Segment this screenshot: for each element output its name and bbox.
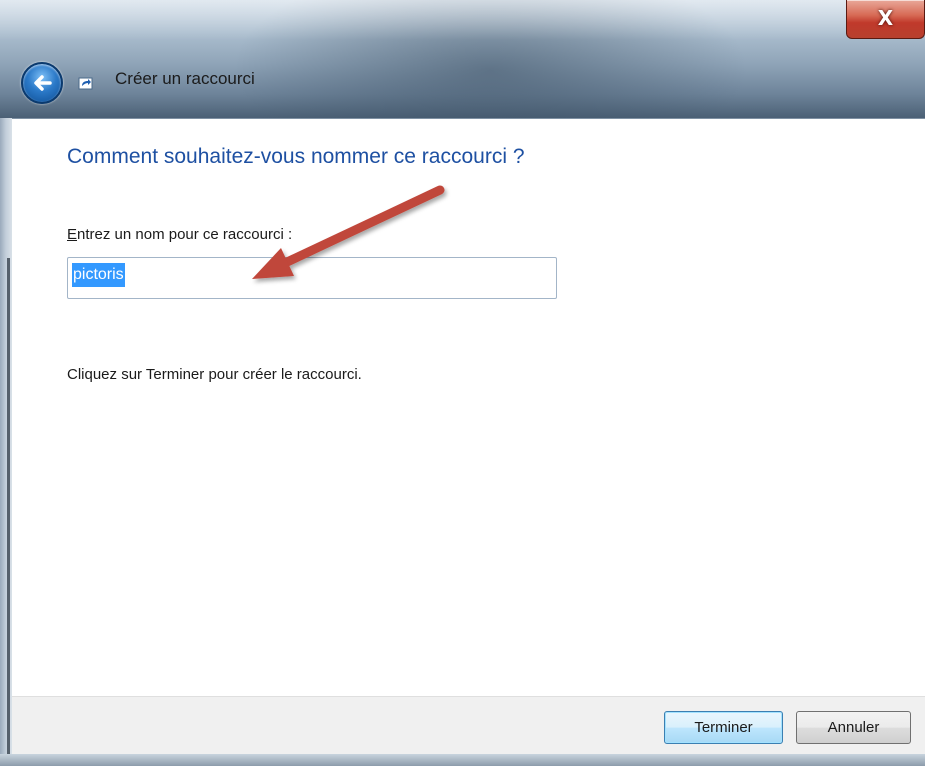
instruction-text: Cliquez sur Terminer pour créer le racco…	[67, 366, 362, 383]
shortcut-icon	[78, 77, 93, 90]
shortcut-name-value: pictoris	[72, 263, 125, 287]
button-footer	[12, 696, 925, 755]
label-text: ntrez un nom pour ce raccourci :	[77, 226, 293, 243]
close-button[interactable]: X	[846, 0, 925, 39]
title-bar	[0, 0, 925, 118]
finish-button[interactable]: Terminer	[664, 711, 783, 744]
back-button[interactable]	[21, 62, 63, 104]
page-heading: Comment souhaitez-vous nommer ce raccour…	[67, 145, 525, 168]
label-accelerator: E	[67, 226, 78, 243]
wizard-content	[12, 118, 925, 697]
create-shortcut-window: X Créer un raccourci Comment souhaitez-v…	[0, 0, 925, 766]
back-arrow-icon	[34, 75, 52, 91]
shortcut-name-input[interactable]: pictoris	[67, 257, 557, 299]
window-frame-bottom	[0, 754, 925, 766]
wizard-title: Créer un raccourci	[115, 69, 255, 88]
name-field-label: Entrez un nom pour ce raccourci :	[67, 226, 292, 243]
cancel-button[interactable]: Annuler	[796, 711, 911, 744]
window-frame-left	[0, 118, 12, 766]
close-icon: X	[877, 6, 894, 30]
